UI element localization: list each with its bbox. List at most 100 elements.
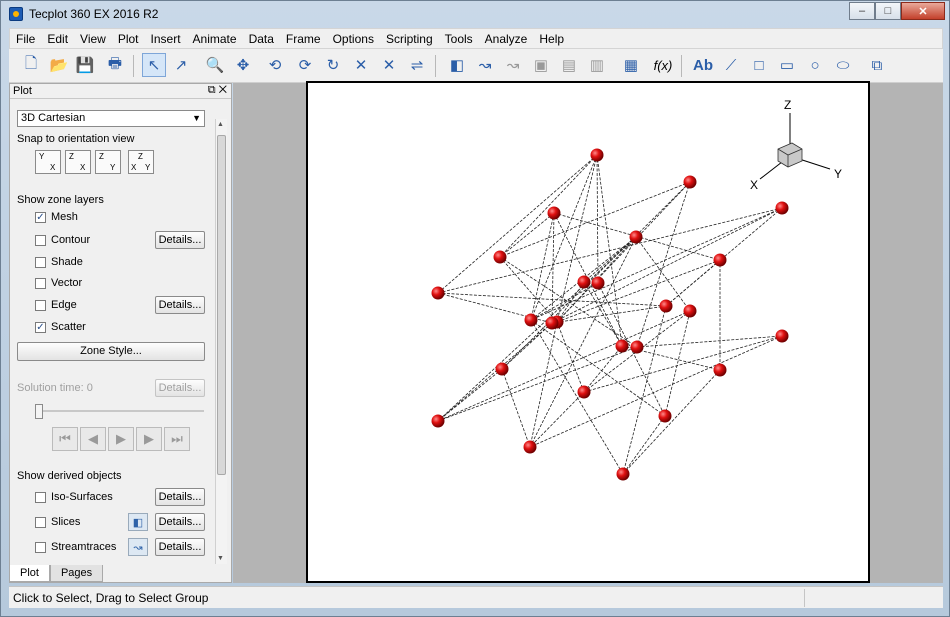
- edge-details-button[interactable]: Details...: [155, 296, 205, 314]
- sidebar-close-icon[interactable]: ✕: [219, 84, 227, 96]
- menu-view[interactable]: View: [80, 32, 106, 46]
- contour-checkbox[interactable]: [35, 235, 46, 246]
- translate-icon[interactable]: ✥: [231, 53, 255, 77]
- print-icon[interactable]: 🖶: [103, 53, 127, 77]
- iso-surfaces-details-button[interactable]: Details...: [155, 488, 205, 506]
- play-icon[interactable]: ▶: [108, 427, 134, 451]
- menu-options[interactable]: Options: [333, 32, 374, 46]
- square-tool-icon[interactable]: □: [747, 53, 771, 77]
- scatter-point: [523, 440, 537, 454]
- scrollbar-thumb[interactable]: [217, 135, 226, 475]
- new-file-icon[interactable]: 🗋: [19, 53, 43, 77]
- circle-tool-icon[interactable]: ○: [803, 53, 827, 77]
- select-pointer-icon[interactable]: ↖: [142, 53, 166, 77]
- mesh-checkbox[interactable]: ✓: [35, 212, 46, 223]
- snap-3d-button[interactable]: ZXY: [128, 150, 154, 174]
- equation-icon[interactable]: f(x): [651, 53, 675, 77]
- snap-yz-button[interactable]: ZY: [95, 150, 121, 174]
- shade-checkbox[interactable]: [35, 257, 46, 268]
- maximize-button[interactable]: □: [875, 2, 901, 20]
- rotate-spherical-icon[interactable]: ⟲: [263, 53, 287, 77]
- status-bar: Click to Select, Drag to Select Group: [9, 586, 943, 608]
- rotate-x-icon[interactable]: ✕: [349, 53, 373, 77]
- streamtrace-alt-icon[interactable]: ↝: [501, 53, 525, 77]
- menu-data[interactable]: Data: [249, 32, 274, 46]
- minimize-button[interactable]: –: [849, 2, 875, 20]
- scatter-point: [431, 414, 445, 428]
- contour-label: Contour: [51, 234, 91, 246]
- menu-edit[interactable]: Edit: [47, 32, 68, 46]
- text-tool-icon[interactable]: Ab: [691, 53, 715, 77]
- slices-details-button[interactable]: Details...: [155, 513, 205, 531]
- menu-analyze[interactable]: Analyze: [485, 32, 528, 46]
- streamtraces-checkbox[interactable]: [35, 542, 46, 553]
- step-back-icon[interactable]: ◀: [80, 427, 106, 451]
- ellipse-tool-icon[interactable]: ⬭: [831, 53, 855, 77]
- step-forward-icon[interactable]: ▶: [136, 427, 162, 451]
- vector-checkbox[interactable]: [35, 278, 46, 289]
- edge-checkbox[interactable]: [35, 300, 46, 311]
- menu-insert[interactable]: Insert: [151, 32, 181, 46]
- iso-surfaces-label: Iso-Surfaces: [51, 491, 113, 503]
- mesh-edge: [437, 322, 553, 422]
- polyline-tool-icon[interactable]: ⟋: [719, 53, 743, 77]
- mesh-edge: [501, 181, 691, 370]
- rotate-twist-icon[interactable]: ↻: [321, 53, 345, 77]
- scroll-down-icon[interactable]: ▼: [217, 555, 224, 562]
- streamtrace-tool-icon[interactable]: ↝: [473, 53, 497, 77]
- mesh-edge: [664, 310, 691, 417]
- solution-time-details-button[interactable]: Details...: [155, 379, 205, 397]
- plot-frame[interactable]: Z Y X: [306, 81, 870, 583]
- menu-frame[interactable]: Frame: [286, 32, 321, 46]
- new-frame-icon[interactable]: ⧉: [865, 53, 889, 77]
- scatter-checkbox[interactable]: ✓: [35, 322, 46, 333]
- tab-pages[interactable]: Pages: [49, 565, 104, 582]
- slice-tool-icon[interactable]: ◧: [445, 53, 469, 77]
- scatter-point: [713, 363, 727, 377]
- time-slider-thumb[interactable]: [35, 404, 43, 419]
- plot-type-select[interactable]: 3D Cartesian ▼: [17, 110, 205, 127]
- mesh-edge: [530, 319, 666, 417]
- contour-details-button[interactable]: Details...: [155, 231, 205, 249]
- mesh-edge: [556, 281, 585, 323]
- scatter-point: [629, 230, 643, 244]
- sidebar-scrollbar[interactable]: ▲ ▼: [215, 119, 227, 564]
- adjustor-icon[interactable]: ↗: [169, 53, 193, 77]
- mesh-edge: [530, 319, 624, 475]
- menu-help[interactable]: Help: [539, 32, 564, 46]
- menu-animate[interactable]: Animate: [193, 32, 237, 46]
- zoom-icon[interactable]: 🔍: [203, 53, 227, 77]
- rotate-rollerball-icon[interactable]: ⟳: [293, 53, 317, 77]
- menu-plot[interactable]: Plot: [118, 32, 139, 46]
- scatter-point: [683, 304, 697, 318]
- scatter-point: [493, 250, 507, 264]
- rotate-z-icon[interactable]: ⇌: [405, 53, 429, 77]
- probe-icon[interactable]: ▥: [585, 53, 609, 77]
- scroll-up-icon[interactable]: ▲: [217, 121, 224, 128]
- menu-file[interactable]: File: [16, 32, 35, 46]
- skip-start-icon[interactable]: ⏮: [52, 427, 78, 451]
- add-point-icon[interactable]: ▣: [529, 53, 553, 77]
- contour-level-icon[interactable]: ▦: [619, 53, 643, 77]
- tab-plot[interactable]: Plot: [9, 565, 50, 582]
- menu-bar: File Edit View Plot Insert Animate Data …: [9, 28, 943, 49]
- streamtraces-details-button[interactable]: Details...: [155, 538, 205, 556]
- save-icon[interactable]: 💾: [73, 53, 97, 77]
- rotate-y-icon[interactable]: ✕: [377, 53, 401, 77]
- undock-icon[interactable]: ⧉: [208, 84, 216, 96]
- rectangle-tool-icon[interactable]: ▭: [775, 53, 799, 77]
- add-line-icon[interactable]: ▤: [557, 53, 581, 77]
- menu-tools[interactable]: Tools: [445, 32, 473, 46]
- snap-xy-button[interactable]: YX: [35, 150, 61, 174]
- iso-surfaces-checkbox[interactable]: [35, 492, 46, 503]
- menu-scripting[interactable]: Scripting: [386, 32, 433, 46]
- zone-style-button[interactable]: Zone Style...: [17, 342, 205, 361]
- close-button[interactable]: ✕: [901, 2, 945, 20]
- skip-end-icon[interactable]: ⏭: [164, 427, 190, 451]
- open-file-icon[interactable]: 📂: [47, 53, 71, 77]
- streamtrace-icon[interactable]: ↝: [128, 538, 148, 556]
- slice-icon[interactable]: ◧: [128, 513, 148, 531]
- snap-xz-button[interactable]: ZX: [65, 150, 91, 174]
- slices-checkbox[interactable]: [35, 517, 46, 528]
- chevron-down-icon: ▼: [192, 113, 201, 123]
